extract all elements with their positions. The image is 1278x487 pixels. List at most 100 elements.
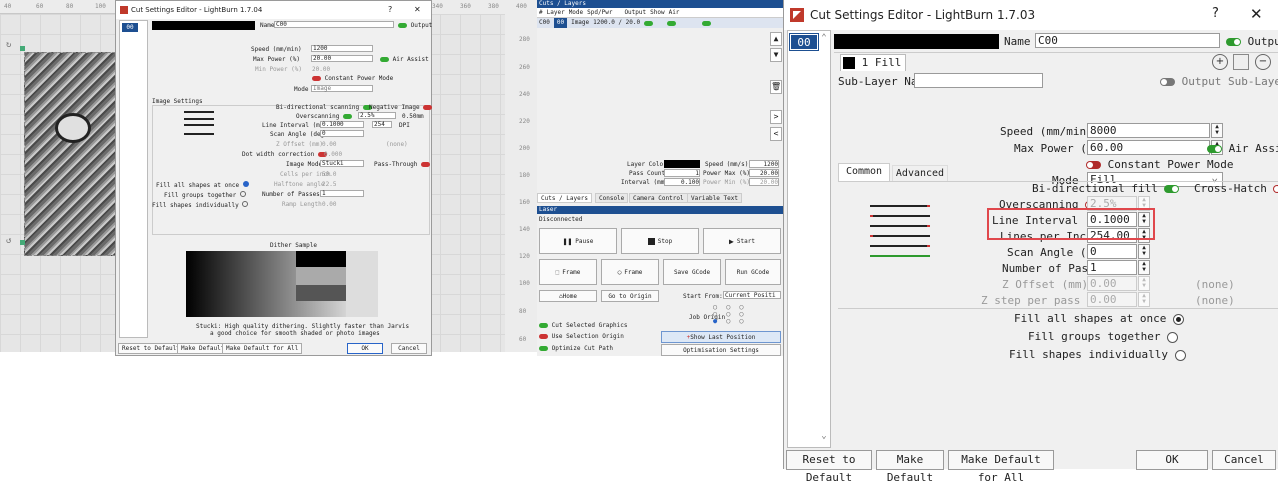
scroll-up-icon[interactable]: ⌃ <box>818 33 830 45</box>
pass-through-toggle[interactable]: Pass-Through <box>374 161 430 168</box>
mode-select[interactable]: Image <box>311 85 373 92</box>
fill-indiv-option[interactable]: Fill shapes individually <box>1009 348 1186 361</box>
scan-angle-spinner[interactable]: ▲ ▼ <box>1138 244 1150 259</box>
go-to-origin-button[interactable]: Go to Origin <box>601 290 659 302</box>
fill-groups-option[interactable]: Fill groups together <box>1028 330 1179 343</box>
constant-power-toggle[interactable]: Constant Power Mode <box>1086 158 1233 171</box>
close-icon[interactable]: ✕ <box>414 5 421 14</box>
table-row[interactable]: C00 00 Image 1200.0 / 20.0 <box>537 18 783 28</box>
max-power-field[interactable]: 20.00 <box>311 55 373 62</box>
make-default-button[interactable]: Make Default <box>177 343 229 354</box>
show-last-position-button[interactable]: + Show Last Position <box>661 331 781 343</box>
start-button[interactable]: ▶ Start <box>703 228 781 254</box>
passes-spinner[interactable]: ▲ ▼ <box>1138 260 1150 275</box>
layer-color-swatch[interactable] <box>834 34 999 49</box>
interval-field[interactable]: 0.100 <box>664 178 700 186</box>
power-max-field[interactable]: 20.00 <box>749 169 779 177</box>
make-default-all-button[interactable]: Make Default for All <box>222 343 303 354</box>
layer-color-swatch[interactable] <box>664 160 700 168</box>
cat-image[interactable] <box>24 52 120 256</box>
name-field[interactable]: C00 <box>1035 33 1220 48</box>
optimize-cut-toggle[interactable]: Optimize Cut Path <box>539 345 613 352</box>
overscanning-field[interactable]: 2.5% <box>358 112 396 119</box>
layer-list[interactable]: 00 ⌃ ⌄ <box>787 30 831 448</box>
selection-handle[interactable] <box>20 240 25 245</box>
home-button[interactable]: ⌂ Home <box>539 290 597 302</box>
pause-button[interactable]: ❚❚ Pause <box>539 228 617 254</box>
speed-field[interactable]: 1200 <box>311 45 373 52</box>
make-default-all-button[interactable]: Make Default for All <box>948 450 1054 484</box>
bidir-scan-toggle[interactable]: Bi-directional scanning <box>276 104 372 111</box>
fill-all-option[interactable]: Fill all shapes at once <box>1014 312 1184 325</box>
z-offset-spinner[interactable]: ▲ ▼ <box>1138 276 1150 291</box>
z-offset-field[interactable]: 0.00 <box>1087 276 1137 291</box>
arrow-right-icon[interactable]: > <box>770 110 782 124</box>
optimisation-settings-button[interactable]: Optimisation Settings <box>661 344 781 356</box>
cancel-button[interactable]: Cancel <box>1212 450 1276 470</box>
tab-console[interactable]: Console <box>595 193 629 203</box>
ok-button[interactable]: OK <box>347 343 383 354</box>
scan-angle-field[interactable]: 0 <box>1087 244 1137 259</box>
bidir-fill-toggle[interactable]: Bi-directional fill <box>1032 182 1180 195</box>
output-toggle-icon[interactable] <box>644 21 654 26</box>
run-gcode-button[interactable]: Run GCode <box>725 259 781 285</box>
rotate-handle-icon[interactable]: ↺ <box>6 236 11 246</box>
z-step-spinner[interactable]: ▲ ▼ <box>1138 292 1150 307</box>
sublayer-tab[interactable]: 1 Fill <box>840 54 906 71</box>
add-sublayer-icon[interactable]: + <box>1212 54 1228 70</box>
scan-angle-field[interactable]: 0 <box>320 130 364 137</box>
save-gcode-button[interactable]: Save GCode <box>663 259 721 285</box>
scroll-down-icon[interactable]: ⌄ <box>818 431 830 443</box>
line-interval-field[interactable]: 0.1000 <box>320 121 364 128</box>
rotate-handle-icon[interactable]: ↻ <box>6 40 11 50</box>
output-toggle[interactable]: Output <box>398 22 432 29</box>
dpi-field[interactable]: 254 <box>372 121 392 128</box>
close-icon[interactable]: ✕ <box>1250 5 1263 23</box>
speed-field[interactable]: 8000 <box>1087 123 1210 138</box>
speed-field[interactable]: 1200 <box>749 160 779 168</box>
air-toggle-icon[interactable] <box>702 21 712 26</box>
frame-rect-button[interactable]: ⬚ Frame <box>539 259 597 285</box>
arrow-left-icon[interactable]: < <box>770 127 782 141</box>
small-layer-list[interactable]: 00 <box>119 20 148 338</box>
make-default-button[interactable]: Make Default <box>876 450 944 484</box>
output-toggle[interactable]: Output <box>1226 35 1278 48</box>
dot-width-toggle[interactable]: Dot width correction <box>242 151 327 158</box>
reset-default-button[interactable]: Reset to Default <box>786 450 872 484</box>
air-assist-toggle[interactable]: Air Assist <box>380 56 429 63</box>
remove-sublayer-icon[interactable]: − <box>1255 54 1271 70</box>
move-down-icon[interactable]: ▼ <box>770 48 782 62</box>
cut-selected-toggle[interactable]: Cut Selected Graphics <box>539 322 627 329</box>
image-mode-select[interactable]: Stucki <box>320 160 364 167</box>
job-origin-grid[interactable]: ○○○ ○○○ ●○○ <box>713 304 777 326</box>
tab-variable-text[interactable]: Variable Text <box>687 193 742 203</box>
constant-power-toggle[interactable]: Constant Power Mode <box>312 75 393 82</box>
help-icon[interactable]: ? <box>1212 6 1219 21</box>
tab-common[interactable]: Common <box>838 163 890 181</box>
layer-color-swatch[interactable] <box>152 21 255 30</box>
selection-handle[interactable] <box>20 46 25 51</box>
passes-field[interactable]: 1 <box>320 190 364 197</box>
start-from-select[interactable]: Current Positi <box>723 291 781 299</box>
pass-count-field[interactable]: 1 <box>664 169 700 177</box>
tab-cuts-layers[interactable]: Cuts / Layers <box>537 193 592 203</box>
overscanning-toggle[interactable]: Overscanning <box>296 113 352 120</box>
cancel-button[interactable]: Cancel <box>391 343 427 354</box>
tab-advanced[interactable]: Advanced <box>892 165 948 181</box>
air-assist-toggle[interactable]: Air Assist <box>1207 142 1278 155</box>
name-field[interactable]: C00 <box>274 21 394 28</box>
fill-indiv-option[interactable]: Fill shapes individually <box>152 201 249 209</box>
layer-item[interactable]: 00 <box>122 23 138 32</box>
frame-circle-button[interactable]: ◯ Frame <box>601 259 659 285</box>
max-power-field[interactable]: 60.00 <box>1087 140 1210 155</box>
output-sublayer-toggle[interactable]: Output Sub-Layer <box>1160 75 1278 88</box>
fill-all-option[interactable]: Fill all shapes at once <box>156 181 249 189</box>
speed-spinner[interactable]: ▲ ▼ <box>1211 123 1223 138</box>
power-min-field[interactable]: 20.00 <box>749 178 779 186</box>
passes-field[interactable]: 1 <box>1087 260 1137 275</box>
trash-icon[interactable]: 🗑 <box>770 80 782 94</box>
crosshatch-toggle[interactable]: Cross-Hatch <box>1194 182 1278 195</box>
z-step-field[interactable]: 0.00 <box>1087 292 1137 307</box>
reset-default-button[interactable]: Reset to Default <box>118 343 184 354</box>
use-selection-origin-toggle[interactable]: Use Selection Origin <box>539 333 624 340</box>
